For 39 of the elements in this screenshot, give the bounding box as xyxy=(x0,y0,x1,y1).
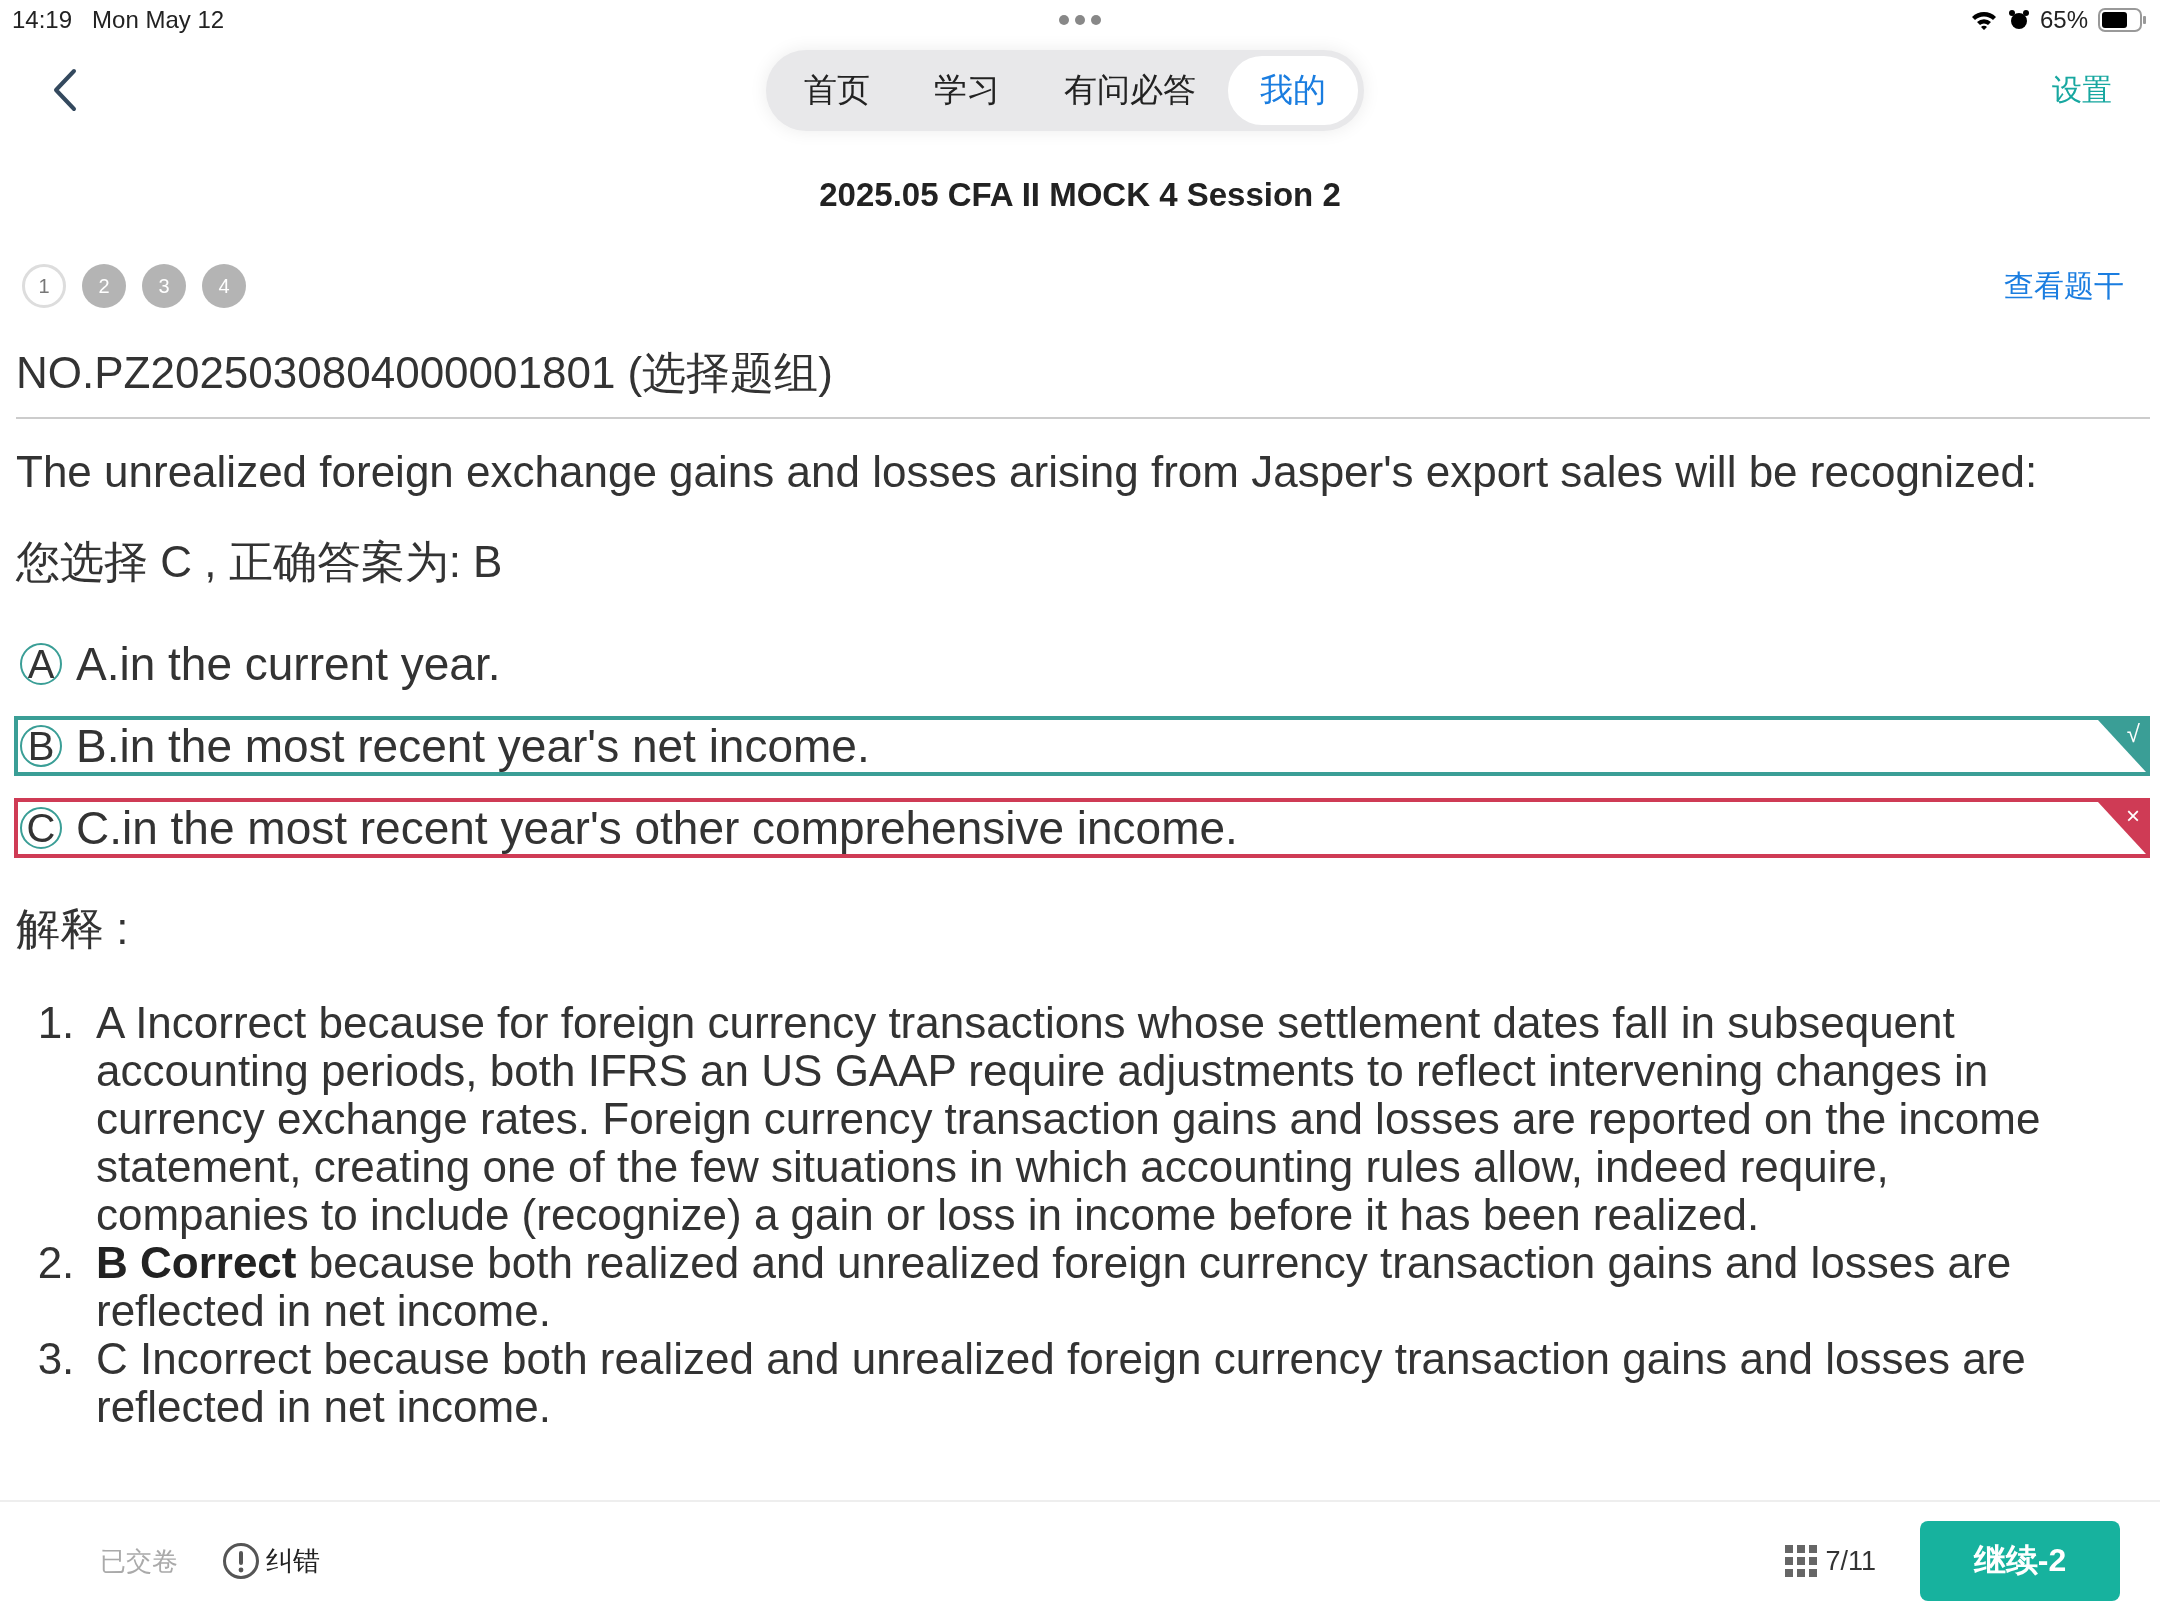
battery-percent: 65% xyxy=(2039,6,2088,34)
progress-button[interactable]: 7/11 xyxy=(1785,1545,1876,1577)
option-text: A.in the current year. xyxy=(76,637,501,691)
explanation-text: C Incorrect because both realized and unrealized foreign currency transaction gains and losses are reflected in net income. xyxy=(96,1335,2027,1431)
nav-tab[interactable]: 学习 xyxy=(902,55,1032,125)
option-letter: A xyxy=(20,643,62,685)
battery-icon xyxy=(2098,8,2148,32)
nav-tab[interactable]: 有问必答 xyxy=(1032,55,1228,125)
more-icon[interactable] xyxy=(1058,14,1102,26)
option-letter: C xyxy=(20,807,62,849)
back-icon[interactable] xyxy=(52,68,78,112)
exam-title: 2025.05 CFA II MOCK 4 Session 2 xyxy=(818,175,1342,215)
option-text: C.in the most recent year's other comprehensive income. xyxy=(76,801,1238,855)
item-number: 2. xyxy=(36,1239,76,1289)
status-time: 14:19 xyxy=(12,6,73,34)
item-number: 3. xyxy=(36,1335,76,1385)
explanation-heading: 解释 : xyxy=(16,903,130,955)
result-corner: √ xyxy=(2098,720,2146,772)
answer-summary: 您选择 C , 正确答案为: B xyxy=(16,536,504,588)
view-stem-link[interactable]: 查看题干 xyxy=(2004,265,2124,307)
answer-option[interactable]: C C.in the most recent year's other comprehensive income. × xyxy=(14,798,2150,858)
submitted-label: 已交卷 xyxy=(100,1544,178,1578)
result-corner: × xyxy=(2098,802,2146,854)
item-number: 1. xyxy=(36,999,76,1049)
question-text: The unrealized foreign exchange gains and losses arising from Jasper's export sales will be recognized: xyxy=(16,446,2039,497)
grid-icon xyxy=(1785,1545,1818,1577)
answer-option[interactable]: B B.in the most recent year's net income. √ xyxy=(14,716,2150,776)
exclamation-icon xyxy=(222,1542,260,1580)
explanation-text: B Correct because both realized and unrealized foreign currency transaction gains and losses are reflected in net income. xyxy=(96,1239,2013,1335)
answer-option[interactable]: A A.in the current year. xyxy=(14,634,2150,694)
nav-tab[interactable]: 首页 xyxy=(772,55,902,125)
question-id: NO.PZ2025030804000001801 (选择题组) xyxy=(16,338,2150,419)
status-date: Mon May 12 xyxy=(92,6,225,34)
report-error-button[interactable]: 纠错 xyxy=(222,1542,320,1580)
explanation-text: A Incorrect because for foreign currency transactions whose settlement dates fall in subsequent accounting periods, both IFRS an US GAAP require adjustments to reflect intervening changes in currency exchange rates. Foreign currency transaction gains and losses are reported on the income statement, creating one of the few situations in which accounting rules allow, indeed require, companies to include (recognize) a gain or loss in income before it has been realized. xyxy=(96,999,2042,1239)
option-text: B.in the most recent year's net income. xyxy=(76,719,870,773)
option-letter: B xyxy=(20,725,62,767)
question-step[interactable]: 1 xyxy=(22,264,66,308)
nav-tab[interactable]: 我的 xyxy=(1228,55,1358,125)
